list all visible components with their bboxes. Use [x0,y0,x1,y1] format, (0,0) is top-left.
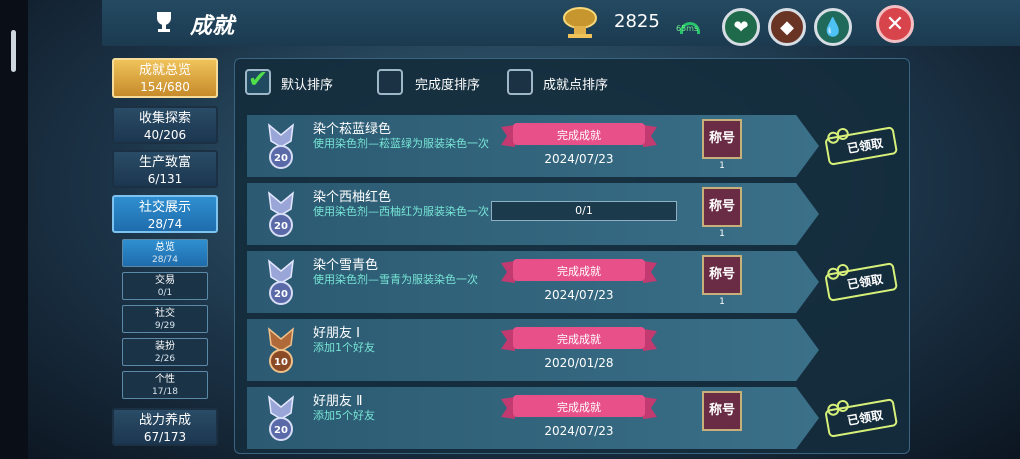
water-icon[interactable]: 💧 [814,8,852,46]
complete-status: 完成成就 [557,401,601,414]
page-title: 成就 [190,14,235,39]
subcategory-count: 2/26 [154,354,176,364]
subcategory-label: 总览 [155,242,175,253]
ping-text: 65ms [676,24,699,33]
close-icon[interactable]: ✕ [876,5,914,43]
achievement-desc: 添加1个好友 [313,341,375,354]
hunger-icon[interactable]: ◆ [768,8,806,46]
achievement-score: 2825 [614,11,660,32]
category-label: 生产致富 [138,155,191,170]
title-reward[interactable]: 称号 [702,391,742,431]
achievement-row: 20 染个西柚红色 使用染色剂—西柚红为服装染色一次 0/1 称号 1 [247,183,899,245]
reward-count: 1 [719,229,725,239]
subcategory-overview[interactable]: 总览 28/74 [122,239,208,267]
category-power[interactable]: 战力养成 67/173 [112,408,218,446]
title-reward[interactable]: 称号 [702,187,742,227]
sort-points-checkbox[interactable] [507,69,533,95]
achievement-row: 20 好朋友 Ⅱ 添加5个好友 完成成就 2024/07/23 称号 已领取 [247,387,899,449]
subcategory-count: 17/18 [152,387,178,397]
achievement-row: 10 好朋友 Ⅰ 添加1个好友 完成成就 2020/01/28 [247,319,899,381]
medal-points: 10 [274,357,288,368]
subcategory-count: 0/1 [157,288,173,298]
complete-status: 完成成就 [557,129,601,142]
sort-points-label: 成就点排序 [543,78,609,93]
reward-count: 1 [719,297,725,307]
complete-date: 2020/01/28 [544,356,614,370]
sort-default-label: 默认排序 [281,78,334,93]
subcategory-trade[interactable]: 交易 0/1 [122,272,208,300]
sort-completion-label: 完成度排序 [415,78,481,93]
medal-icon: 20 [268,191,294,237]
category-social[interactable]: 社交展示 28/74 [112,195,218,233]
subcategory-dress[interactable]: 装扮 2/26 [122,338,208,366]
subcategory-label: 个性 [155,374,175,385]
medal-icon: 20 [268,259,294,305]
category-count: 6/131 [147,172,183,186]
sort-completion-checkbox[interactable] [377,69,403,95]
complete-status: 完成成就 [557,265,601,278]
medal-points: 20 [274,221,288,232]
achievement-desc: 使用染色剂—西柚红为服装染色一次 [313,205,489,218]
category-count: 154/680 [140,80,190,94]
category-label: 战力养成 [138,413,191,428]
achievement-name: 染个西柚红色 [313,190,392,205]
subcategory-social[interactable]: 社交 9/29 [122,305,208,333]
complete-date: 2024/07/23 [544,424,614,438]
category-label: 收集探索 [138,111,191,126]
category-production[interactable]: 生产致富 6/131 [112,150,218,188]
subcategory-personality[interactable]: 个性 17/18 [122,371,208,399]
trophy-icon [157,12,171,32]
medal-points: 20 [274,425,288,436]
drag-handle[interactable] [11,30,16,72]
achievement-name: 染个菘蓝绿色 [313,122,392,137]
category-label: 社交展示 [138,200,191,215]
achievement-points-icon [563,7,597,38]
achievement-desc: 添加5个好友 [313,409,375,422]
category-count: 28/74 [147,217,183,231]
medal-icon: 10 [268,327,294,373]
complete-date: 2024/07/23 [544,152,614,166]
sort-default-checkbox[interactable] [245,65,271,95]
achievement-name: 好朋友 Ⅱ [313,394,363,409]
subcategory-count: 28/74 [152,255,178,265]
achievement-desc: 使用染色剂—菘蓝绿为服装染色一次 [313,137,489,150]
achievement-name: 染个雪青色 [313,258,379,273]
subcategory-label: 交易 [155,275,175,286]
category-label: 成就总览 [138,63,191,78]
category-explore[interactable]: 收集探索 40/206 [112,106,218,144]
sort-bar: 默认排序 完成度排序 成就点排序 [235,59,909,99]
reward-count: 1 [719,161,725,171]
achievement-panel: 默认排序 完成度排序 成就点排序 20 染个菘蓝绿色 使用染色剂—菘蓝绿为服装染… [234,58,910,454]
achievement-row: 20 染个雪青色 使用染色剂—雪青为服装染色一次 完成成就 2024/07/23… [247,251,899,313]
category-overview[interactable]: 成就总览 154/680 [112,58,218,98]
achievement-name: 好朋友 Ⅰ [313,326,360,341]
subcategory-label: 社交 [155,308,175,319]
complete-status: 完成成就 [557,333,601,346]
progress-bar: 0/1 [491,201,677,221]
medal-points: 20 [274,289,288,300]
complete-date: 2024/07/23 [544,288,614,302]
achievement-row: 20 染个菘蓝绿色 使用染色剂—菘蓝绿为服装染色一次 完成成就 2024/07/… [247,115,899,177]
subcategory-count: 9/29 [154,321,176,331]
title-reward[interactable]: 称号 [702,119,742,159]
medal-icon: 20 [268,395,294,441]
category-count: 67/173 [143,430,187,444]
subcategory-label: 装扮 [155,341,175,352]
medal-icon: 20 [268,123,294,169]
achievement-desc: 使用染色剂—雪青为服装染色一次 [313,273,478,286]
title-reward[interactable]: 称号 [702,255,742,295]
medal-points: 20 [274,153,288,164]
heart-icon[interactable]: ❤ [722,8,760,46]
category-count: 40/206 [143,128,187,142]
